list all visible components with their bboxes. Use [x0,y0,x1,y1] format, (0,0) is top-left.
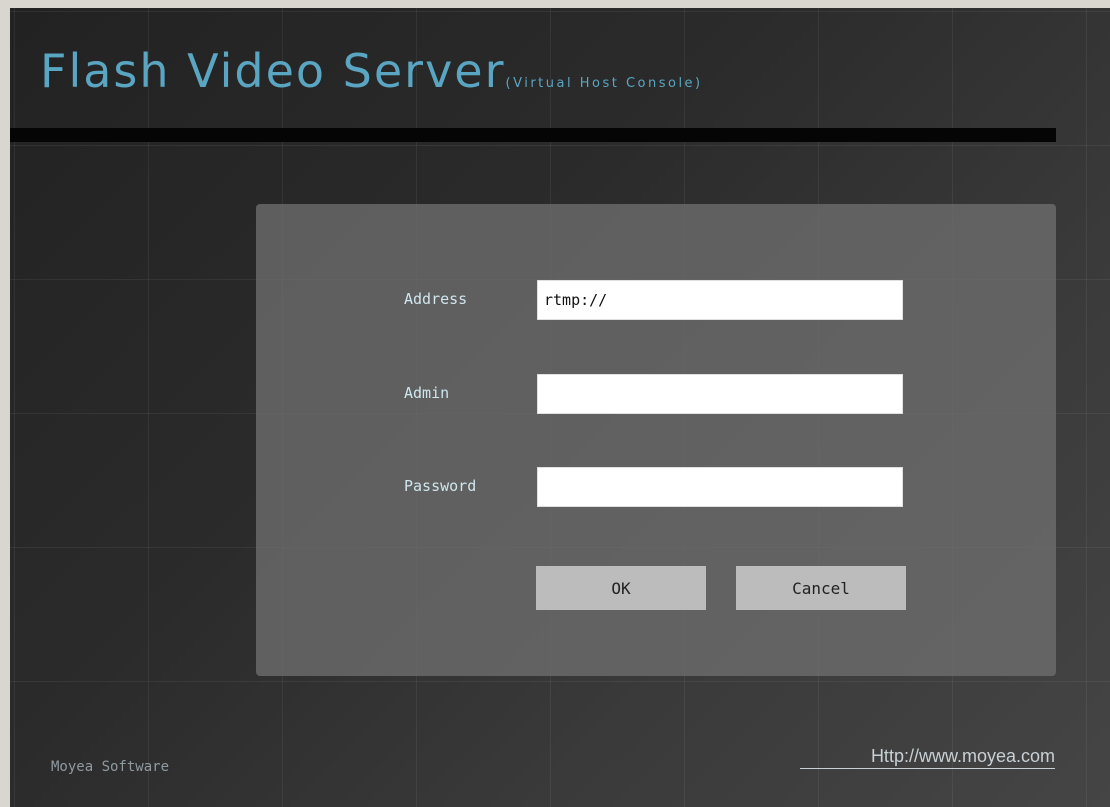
address-label: Address [404,290,468,308]
admin-label: Admin [404,384,450,402]
console-window: Flash Video Server(Virtual Host Console)… [10,8,1110,807]
password-label: Password [404,477,477,495]
app-title: Flash Video Server [40,44,506,98]
address-input[interactable] [537,280,903,320]
cancel-button[interactable]: Cancel [736,566,906,610]
website-link[interactable]: Http://www.moyea.com [800,746,1055,769]
password-input[interactable] [537,467,903,507]
app-title-row: Flash Video Server(Virtual Host Console) [40,44,703,98]
app-subtitle: (Virtual Host Console) [505,76,703,91]
admin-input[interactable] [537,374,903,414]
title-divider-bar [10,128,1056,142]
login-dialog: Address Admin Password OK Cancel [256,204,1056,676]
ok-button[interactable]: OK [536,566,706,610]
company-name: Moyea Software [51,759,170,775]
